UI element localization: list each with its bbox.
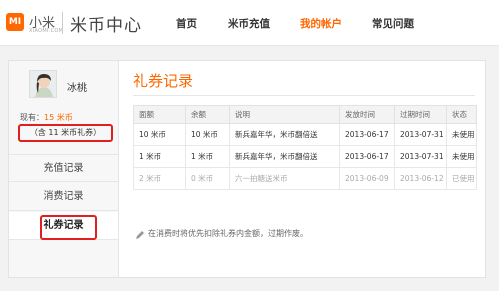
cell-denomination: 1 米币 bbox=[133, 145, 186, 168]
sidebar-item-label: 充值记录 bbox=[43, 163, 84, 174]
cell-issue-date: 2013-06-17 bbox=[339, 145, 395, 168]
avatar bbox=[29, 70, 57, 98]
coupon-usage-note: 在消费时将优先扣除礼券内金额，过期作废。 bbox=[148, 229, 308, 238]
account-panel: 冰桃 现有：15 米币 （含 11 米币礼券） 充值记录 消费记录 礼券记录 礼… bbox=[8, 60, 486, 278]
nav-home[interactable]: 首页 bbox=[176, 16, 197, 31]
title-divider bbox=[133, 95, 475, 96]
table-row: 10 米币 10 米币 新兵嘉年华，米币翻倍送 2013-06-17 2013-… bbox=[133, 123, 477, 146]
nav-faq[interactable]: 常见问题 bbox=[372, 16, 414, 31]
header-status: 状态 bbox=[446, 105, 477, 124]
cell-balance: 1 米币 bbox=[185, 145, 230, 168]
info-pencil-icon bbox=[136, 231, 144, 239]
page-title: 礼券记录 bbox=[133, 72, 194, 90]
balance-prefix: 现有： bbox=[20, 113, 44, 122]
top-header: MI 小米 XIAOMI.COM 米币中心 首页 米币充值 我的帐户 常见问题 bbox=[0, 0, 499, 46]
nav-my-account[interactable]: 我的帐户 bbox=[300, 16, 342, 31]
header-divider bbox=[62, 12, 63, 34]
cell-status: 已使用 bbox=[446, 167, 477, 190]
cell-description: 六一拍糖送米币 bbox=[229, 167, 340, 190]
coupon-balance-note: （含 11 米币礼券） bbox=[18, 124, 113, 142]
nav-recharge[interactable]: 米币充值 bbox=[228, 16, 270, 31]
table-header-row: 面额 余额 说明 发放时间 过期时间 状态 bbox=[133, 105, 477, 124]
header-balance: 余额 bbox=[185, 105, 230, 124]
cell-expiry-date: 2013-06-12 bbox=[394, 167, 447, 190]
cell-issue-date: 2013-06-09 bbox=[339, 167, 395, 190]
cell-description: 新兵嘉年华，米币翻倍送 bbox=[229, 145, 340, 168]
cell-denomination: 10 米币 bbox=[133, 123, 186, 146]
sidebar-item-recharge-records[interactable]: 充值记录 bbox=[9, 154, 118, 182]
mi-logo[interactable]: MI bbox=[6, 13, 24, 31]
header-denomination: 面额 bbox=[133, 105, 186, 124]
cell-description: 新兵嘉年华，米币翻倍送 bbox=[229, 123, 340, 146]
selected-item-highlight bbox=[40, 215, 97, 240]
username: 冰桃 bbox=[67, 83, 87, 94]
coupon-records-table: 面额 余额 说明 发放时间 过期时间 状态 10 米币 10 米币 新兵嘉年华，… bbox=[133, 105, 477, 190]
cell-issue-date: 2013-06-17 bbox=[339, 123, 395, 146]
header-description: 说明 bbox=[229, 105, 340, 124]
header-expiry-date: 过期时间 bbox=[394, 105, 447, 124]
table-row: 2 米币 0 米币 六一拍糖送米币 2013-06-09 2013-06-12 … bbox=[133, 167, 477, 190]
cell-balance: 0 米币 bbox=[185, 167, 230, 190]
cell-denomination: 2 米币 bbox=[133, 167, 186, 190]
balance-line: 现有：15 米币 bbox=[20, 112, 73, 123]
cell-status: 未使用 bbox=[446, 123, 477, 146]
site-title: 米币中心 bbox=[70, 16, 142, 36]
cell-status: 未使用 bbox=[446, 145, 477, 168]
header-issue-date: 发放时间 bbox=[339, 105, 395, 124]
cell-expiry-date: 2013-07-31 bbox=[394, 145, 447, 168]
sidebar-item-consumption-records[interactable]: 消费记录 bbox=[9, 183, 118, 211]
avatar-icon bbox=[30, 71, 56, 97]
cell-balance: 10 米币 bbox=[185, 123, 230, 146]
cell-expiry-date: 2013-07-31 bbox=[394, 123, 447, 146]
brand-domain: XIAOMI.COM bbox=[29, 28, 64, 34]
balance-amount: 15 米币 bbox=[44, 113, 73, 122]
table-row: 1 米币 1 米币 新兵嘉年华，米币翻倍送 2013-06-17 2013-07… bbox=[133, 145, 477, 168]
sidebar: 冰桃 现有：15 米币 （含 11 米币礼券） 充值记录 消费记录 礼券记录 bbox=[9, 61, 119, 277]
sidebar-item-label: 消费记录 bbox=[43, 191, 84, 202]
